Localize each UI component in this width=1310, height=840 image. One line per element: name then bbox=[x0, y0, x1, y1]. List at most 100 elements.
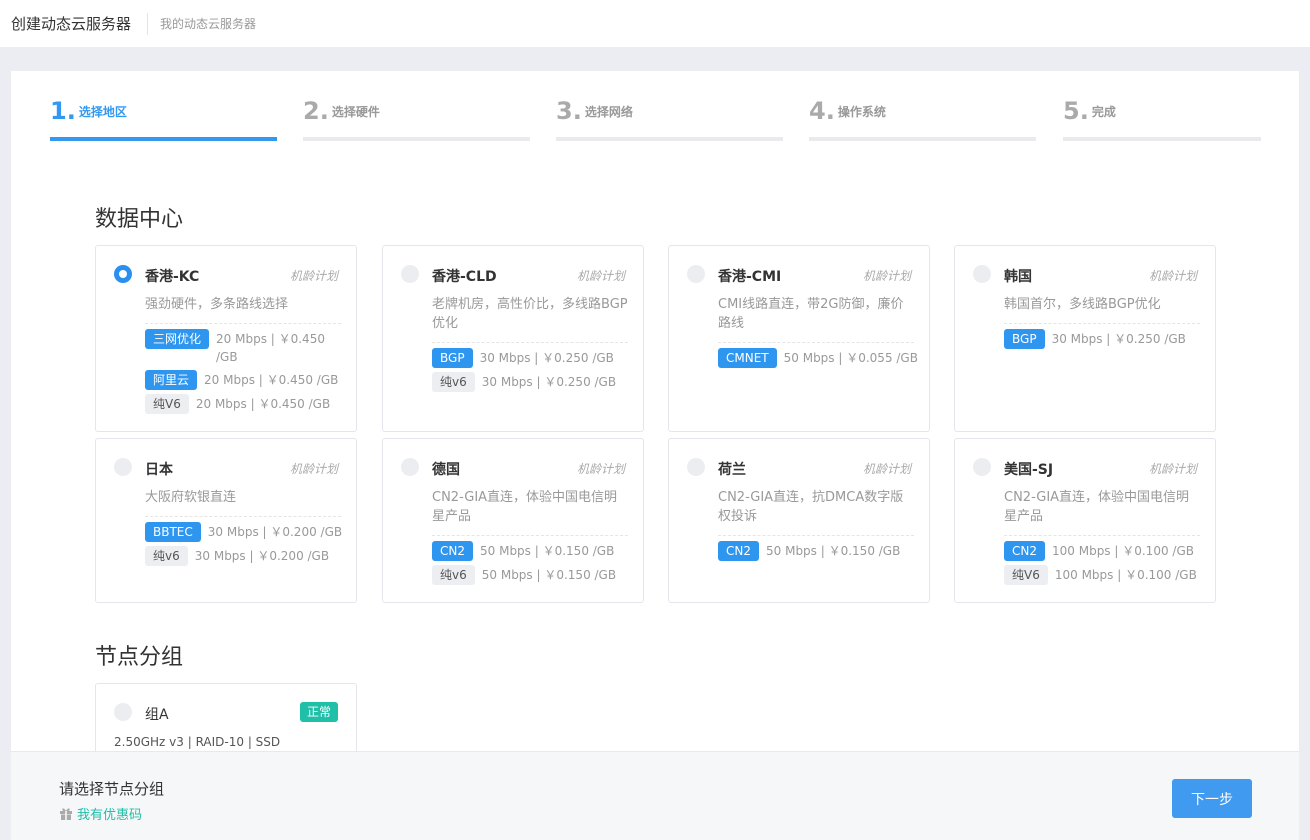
line-info: 50 Mbps | ￥0.055 /GB bbox=[783, 351, 918, 365]
line-row: BGP 30 Mbps | ￥0.250 /GB bbox=[432, 348, 632, 368]
line-info: 20 Mbps | ￥0.450 /GB bbox=[216, 332, 325, 364]
datacenter-name: 香港-KC bbox=[145, 269, 200, 285]
step-number: 4. bbox=[809, 97, 835, 125]
step-number: 3. bbox=[556, 97, 582, 125]
step-label: 选择硬件 bbox=[331, 105, 380, 119]
line-tags: CMNET 50 Mbps | ￥0.055 /GB bbox=[718, 348, 918, 372]
datacenter-card[interactable]: 香港-CLD 机龄计划 老牌机房，高性价比，多线路BGP优化 BGP 30 Mbp… bbox=[382, 245, 644, 432]
line-row: CMNET 50 Mbps | ￥0.055 /GB bbox=[718, 348, 918, 368]
line-tag: BBTEC bbox=[145, 522, 201, 542]
step-network[interactable]: 3. 选择网络 bbox=[556, 97, 783, 141]
line-tags: 三网优化 20 Mbps | ￥0.450 /GB 阿里云 20 Mbps | ￥0… bbox=[145, 329, 345, 418]
radio-button[interactable] bbox=[687, 265, 705, 283]
line-tag: 纯v6 bbox=[145, 546, 188, 566]
datacenter-desc: CMI线路直连，带2G防御，廉价路线 bbox=[718, 295, 914, 343]
line-tag: 阿里云 bbox=[145, 370, 198, 390]
plan-label: 机龄计划 bbox=[1148, 269, 1197, 283]
line-row: BGP 30 Mbps | ￥0.250 /GB bbox=[1004, 329, 1204, 349]
line-tags: BGP 30 Mbps | ￥0.250 /GB bbox=[1004, 329, 1204, 353]
step-label: 选择网络 bbox=[584, 105, 633, 119]
line-info: 50 Mbps | ￥0.150 /GB bbox=[480, 544, 615, 558]
datacenter-desc: 老牌机房，高性价比，多线路BGP优化 bbox=[432, 295, 628, 343]
step-progress: 1. 选择地区 2. 选择硬件 3. 选择网络 4. 操作系统 5. 完成 bbox=[50, 97, 1261, 141]
step-number: 1. bbox=[50, 97, 76, 125]
line-info: 100 Mbps | ￥0.100 /GB bbox=[1054, 568, 1197, 582]
datacenter-desc: 强劲硬件，多条路线选择 bbox=[145, 295, 341, 324]
datacenter-name: 荷兰 bbox=[718, 462, 746, 478]
status-badge: 正常 bbox=[299, 702, 338, 722]
coupon-link[interactable]: 我有优惠码 bbox=[59, 804, 142, 823]
step-region[interactable]: 1. 选择地区 bbox=[50, 97, 277, 141]
radio-button[interactable] bbox=[687, 458, 705, 476]
plan-label: 机龄计划 bbox=[862, 269, 911, 283]
step-number: 2. bbox=[303, 97, 329, 125]
line-tag: 纯v6 bbox=[432, 372, 475, 392]
step-label: 选择地区 bbox=[78, 105, 127, 119]
line-row: 纯v6 30 Mbps | ￥0.250 /GB bbox=[432, 372, 632, 392]
line-info: 20 Mbps | ￥0.450 /GB bbox=[204, 373, 339, 387]
datacenter-card[interactable]: 韩国 机龄计划 韩国首尔，多线路BGP优化 BGP 30 Mbps | ￥0.25… bbox=[954, 245, 1216, 432]
plan-label: 机龄计划 bbox=[289, 462, 338, 476]
radio-button[interactable] bbox=[114, 265, 132, 283]
plan-label: 机龄计划 bbox=[1148, 462, 1197, 476]
plan-label: 机龄计划 bbox=[576, 462, 625, 476]
datacenter-name: 香港-CMI bbox=[718, 269, 782, 285]
datacenter-desc: 韩国首尔，多线路BGP优化 bbox=[1004, 295, 1200, 324]
datacenter-name: 德国 bbox=[432, 462, 460, 478]
step-number: 5. bbox=[1063, 97, 1089, 125]
radio-button[interactable] bbox=[973, 265, 991, 283]
datacenter-card[interactable]: 荷兰 机龄计划 CN2-GIA直连，抗DMCA数字版权投诉 CN2 50 Mbps… bbox=[668, 438, 930, 603]
line-row: CN2 50 Mbps | ￥0.150 /GB bbox=[718, 541, 918, 561]
node-group-spec: 2.50GHz v3 | RAID-10 | SSD bbox=[114, 735, 281, 749]
line-row: 纯V6 20 Mbps | ￥0.450 /GB bbox=[145, 394, 345, 414]
line-tag: 纯V6 bbox=[1004, 565, 1048, 585]
plan-label: 机龄计划 bbox=[862, 462, 911, 476]
radio-button[interactable] bbox=[114, 458, 132, 476]
line-row: 三网优化 20 Mbps | ￥0.450 /GB bbox=[145, 329, 345, 366]
datacenter-cards: 香港-KC 机龄计划 强劲硬件，多条路线选择 三网优化 20 Mbps | ￥0.… bbox=[95, 245, 1216, 603]
line-info: 50 Mbps | ￥0.150 /GB bbox=[481, 568, 617, 582]
datacenter-card[interactable]: 德国 机龄计划 CN2-GIA直连，体验中国电信明星产品 CN2 50 Mbps … bbox=[382, 438, 644, 603]
datacenter-desc: CN2-GIA直连，体验中国电信明星产品 bbox=[1004, 488, 1200, 536]
line-row: BBTEC 30 Mbps | ￥0.200 /GB bbox=[145, 522, 345, 542]
step-finish[interactable]: 5. 完成 bbox=[1063, 97, 1261, 141]
line-tag: CN2 bbox=[432, 541, 473, 561]
datacenter-card[interactable]: 香港-KC 机龄计划 强劲硬件，多条路线选择 三网优化 20 Mbps | ￥0.… bbox=[95, 245, 357, 432]
line-tag: CN2 bbox=[718, 541, 759, 561]
my-servers-link[interactable]: 我的动态云服务器 bbox=[160, 15, 256, 32]
line-info: 20 Mbps | ￥0.450 /GB bbox=[195, 397, 331, 411]
datacenter-desc: CN2-GIA直连，抗DMCA数字版权投诉 bbox=[718, 488, 914, 536]
line-row: 阿里云 20 Mbps | ￥0.450 /GB bbox=[145, 370, 345, 390]
line-tag: CN2 bbox=[1004, 541, 1045, 561]
line-info: 100 Mbps | ￥0.100 /GB bbox=[1052, 544, 1194, 558]
gift-icon bbox=[60, 808, 72, 820]
datacenter-card[interactable]: 日本 机龄计划 大阪府软银直连 BBTEC 30 Mbps | ￥0.200 /G… bbox=[95, 438, 357, 603]
line-row: 纯v6 50 Mbps | ￥0.150 /GB bbox=[432, 565, 632, 585]
line-info: 30 Mbps | ￥0.200 /GB bbox=[194, 549, 330, 563]
plan-label: 机龄计划 bbox=[289, 269, 338, 283]
datacenter-name: 韩国 bbox=[1004, 269, 1032, 285]
node-group-name: 组A bbox=[145, 707, 169, 723]
node-group-title: 节点分组 bbox=[95, 645, 184, 670]
datacenter-desc: 大阪府软银直连 bbox=[145, 488, 341, 517]
page-title: 创建动态云服务器 bbox=[11, 12, 149, 35]
main-panel: 1. 选择地区 2. 选择硬件 3. 选择网络 4. 操作系统 5. 完成 数据中心 香港… bbox=[11, 71, 1299, 840]
line-tag: 纯V6 bbox=[145, 394, 189, 414]
radio-button[interactable] bbox=[401, 265, 419, 283]
line-row: CN2 50 Mbps | ￥0.150 /GB bbox=[432, 541, 632, 561]
step-hardware[interactable]: 2. 选择硬件 bbox=[303, 97, 530, 141]
radio-button[interactable] bbox=[401, 458, 419, 476]
line-info: 30 Mbps | ￥0.250 /GB bbox=[479, 351, 614, 365]
datacenter-name: 日本 bbox=[145, 462, 173, 478]
line-info: 30 Mbps | ￥0.250 /GB bbox=[1051, 332, 1186, 346]
line-tags: BBTEC 30 Mbps | ￥0.200 /GB 纯v6 30 Mbps | ￥… bbox=[145, 522, 345, 570]
radio-button[interactable] bbox=[973, 458, 991, 476]
radio-button[interactable] bbox=[114, 703, 132, 721]
step-os[interactable]: 4. 操作系统 bbox=[809, 97, 1036, 141]
line-info: 50 Mbps | ￥0.150 /GB bbox=[766, 544, 901, 558]
next-button[interactable]: 下一步 bbox=[1172, 779, 1252, 818]
datacenter-card[interactable]: 美国-SJ 机龄计划 CN2-GIA直连，体验中国电信明星产品 CN2 100 M… bbox=[954, 438, 1216, 603]
datacenter-title: 数据中心 bbox=[95, 207, 184, 232]
line-row: 纯V6 100 Mbps | ￥0.100 /GB bbox=[1004, 565, 1204, 585]
datacenter-card[interactable]: 香港-CMI 机龄计划 CMI线路直连，带2G防御，廉价路线 CMNET 50 M… bbox=[668, 245, 930, 432]
